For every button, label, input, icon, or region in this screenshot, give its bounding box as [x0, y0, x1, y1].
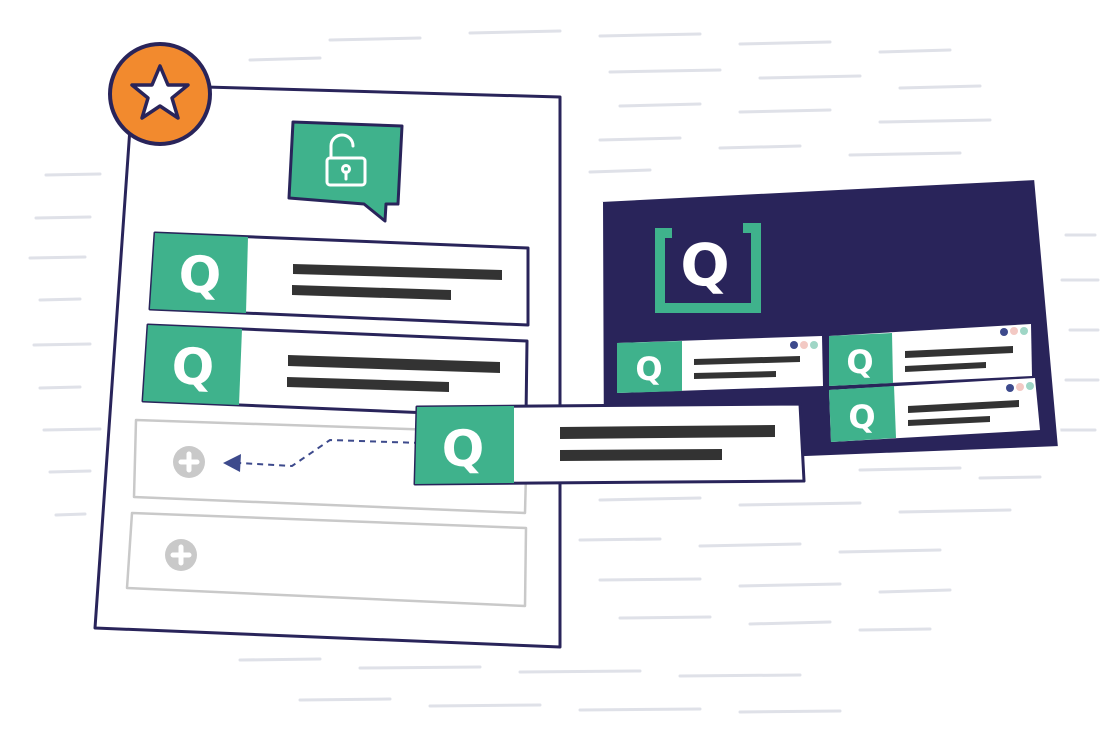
sketch-line	[298, 697, 392, 702]
sketch-line	[428, 703, 542, 708]
sketch-line	[28, 255, 87, 260]
plus-circle-icon	[165, 539, 197, 571]
sketch-line	[32, 342, 92, 347]
sketch-line	[738, 40, 832, 46]
sketch-line	[588, 168, 652, 174]
question-card-1[interactable]: Q	[148, 231, 530, 327]
sketch-line	[748, 620, 832, 626]
sketch-line	[718, 144, 802, 150]
sketch-line	[518, 669, 642, 674]
status-dots	[790, 341, 818, 349]
sketch-line	[898, 508, 1012, 514]
q-badge-icon: Q	[635, 350, 662, 388]
q-badge-icon: Q	[848, 398, 875, 436]
favorite-badge[interactable]	[108, 42, 212, 146]
dragged-question-card[interactable]: Q	[413, 402, 806, 486]
q-badge-icon: Q	[846, 343, 873, 381]
sketch-line	[878, 588, 952, 594]
sketch-line	[468, 29, 562, 35]
sketch-line	[54, 512, 87, 517]
sketch-line	[858, 466, 962, 472]
sketch-line	[898, 84, 982, 90]
sketch-line	[678, 673, 802, 678]
sketch-line	[578, 707, 702, 712]
q-badge-icon: Q	[680, 231, 729, 299]
sketch-line	[248, 56, 322, 62]
q-badge-icon: Q	[178, 245, 223, 304]
status-dots	[1000, 327, 1028, 336]
sketch-line	[758, 74, 862, 80]
sketch-line	[358, 665, 482, 670]
sketch-line	[618, 615, 712, 620]
sketch-line	[598, 496, 702, 502]
sketch-line	[608, 68, 722, 74]
sketch-line	[858, 627, 932, 632]
sketch-line	[238, 657, 322, 662]
sketch-line	[848, 151, 962, 157]
plus-circle-icon	[173, 446, 205, 478]
sketch-line	[34, 215, 92, 220]
mini-question-card-1[interactable]: Q	[617, 336, 823, 393]
sketch-line	[38, 297, 82, 302]
sketch-line	[878, 48, 952, 54]
sketch-line	[838, 548, 942, 554]
sketch-line	[42, 427, 102, 432]
sketch-line	[38, 385, 82, 390]
q-badge-icon: Q	[171, 337, 216, 396]
sketch-line	[618, 102, 702, 108]
illustration-stage: Q Q Q Q Q Q Q	[28, 29, 1100, 714]
sketch-line	[578, 537, 662, 542]
sketch-line	[978, 475, 1042, 480]
sketch-line	[698, 542, 802, 548]
sketch-line	[598, 136, 682, 142]
sketch-line	[738, 709, 842, 714]
sketch-line	[48, 469, 92, 474]
question-card-2[interactable]: Q	[141, 323, 529, 419]
sketch-line	[738, 582, 842, 588]
sketch-line	[738, 501, 862, 507]
sketch-line	[738, 108, 832, 114]
sketch-line	[878, 118, 992, 124]
sketch-line	[44, 172, 102, 177]
q-badge-icon: Q	[442, 420, 485, 478]
sketch-line	[598, 577, 702, 582]
sketch-line	[328, 36, 422, 42]
sketch-line	[598, 32, 702, 38]
